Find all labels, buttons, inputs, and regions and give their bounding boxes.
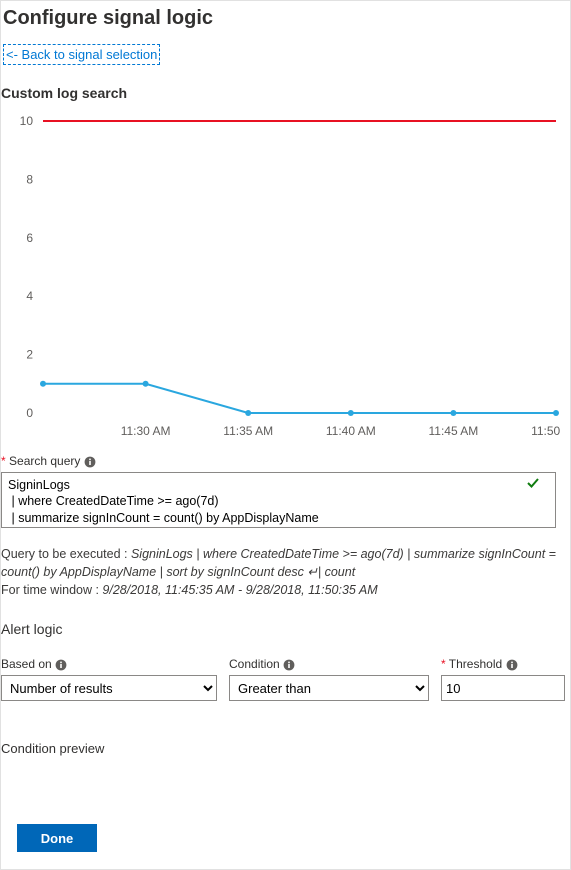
done-button[interactable]: Done	[17, 824, 97, 852]
required-marker: *	[1, 454, 6, 468]
back-to-signal-selection[interactable]: <- Back to signal selection	[3, 44, 160, 65]
info-icon[interactable]	[55, 659, 67, 671]
required-marker: *	[441, 657, 446, 671]
info-icon[interactable]	[283, 659, 295, 671]
info-icon[interactable]	[84, 456, 96, 468]
exec-label: Query to be executed :	[1, 547, 131, 561]
condition-select[interactable]: Greater than	[229, 675, 429, 701]
svg-text:11:45 AM: 11:45 AM	[428, 424, 478, 438]
svg-text:10: 10	[20, 114, 34, 128]
alert-logic-labels: Based on Condition * Threshold	[1, 651, 556, 675]
svg-text:4: 4	[26, 289, 33, 303]
page-title: Configure signal logic	[1, 1, 560, 34]
svg-text:8: 8	[26, 172, 33, 186]
svg-text:11:30 AM: 11:30 AM	[121, 424, 171, 438]
based-on-label: Based on	[1, 657, 52, 671]
time-window-label: For time window :	[1, 583, 102, 597]
alert-logic-title: Alert logic	[1, 621, 560, 637]
condition-label: Condition	[229, 657, 280, 671]
based-on-select[interactable]: Number of results	[1, 675, 217, 701]
svg-text:11:35 AM: 11:35 AM	[223, 424, 273, 438]
info-icon[interactable]	[506, 659, 518, 671]
valid-check-icon	[526, 476, 540, 495]
svg-text:11:40 AM: 11:40 AM	[326, 424, 376, 438]
search-query-label: Search query	[9, 454, 80, 468]
time-window-value: 9/28/2018, 11:45:35 AM - 9/28/2018, 11:5…	[102, 583, 377, 597]
condition-preview-label: Condition preview	[1, 741, 560, 756]
threshold-label: Threshold	[449, 657, 502, 671]
svg-text:2: 2	[26, 348, 33, 362]
search-query-input[interactable]	[1, 472, 556, 528]
svg-text:6: 6	[26, 231, 33, 245]
section-title: Custom log search	[1, 85, 560, 101]
svg-text:0: 0	[26, 406, 33, 420]
log-chart: 0 2 4 6 8 10 11:30 AM 11:35 AM 11:40 AM 11:45 AM 1…	[7, 113, 562, 443]
svg-text:11:50 AM: 11:50 AM	[531, 424, 562, 438]
threshold-input[interactable]	[441, 675, 565, 701]
